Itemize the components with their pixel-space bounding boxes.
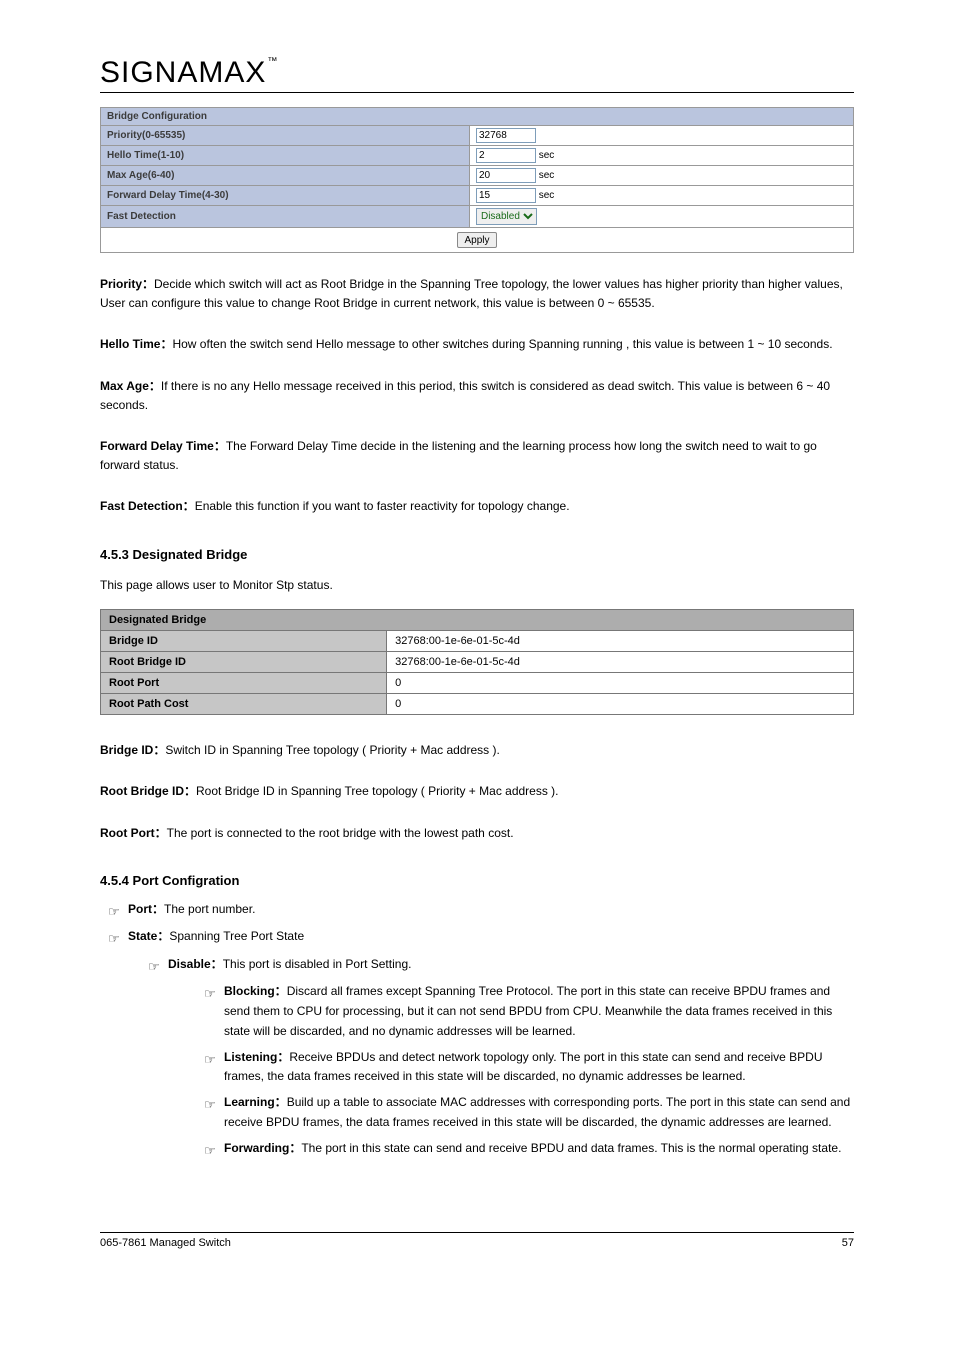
fwd-explain: Forward Delay Time：The Forward Delay Tim… xyxy=(100,437,854,475)
bullet-state: ☞ State：Spanning Tree Port State xyxy=(100,927,854,948)
root-path-cost-label: Root Path Cost xyxy=(101,694,387,715)
fast-explain: Fast Detection：Enable this function if y… xyxy=(100,497,854,516)
fwd-suffix: sec xyxy=(539,190,555,201)
footer-right: 57 xyxy=(842,1237,854,1249)
root-port-value: 0 xyxy=(387,673,854,694)
designated-header: Designated Bridge xyxy=(101,610,854,631)
db-root-port-explain: Root Port：The port is connected to the r… xyxy=(100,824,854,843)
bridge-config-header: Bridge Configuration xyxy=(101,108,854,126)
pointer-icon: ☞ xyxy=(100,901,128,922)
hello-label: Hello Time(1-10) xyxy=(101,146,470,166)
designated-bridge-table: Designated Bridge Bridge ID 32768:00-1e-… xyxy=(100,609,854,715)
maxage-explain: Max Age：If there is no any Hello message… xyxy=(100,377,854,415)
db-root-bridge-explain: Root Bridge ID：Root Bridge ID in Spannin… xyxy=(100,782,854,801)
pointer-icon: ☞ xyxy=(196,1049,224,1070)
fwd-input[interactable] xyxy=(476,188,536,203)
root-path-cost-value: 0 xyxy=(387,694,854,715)
priority-input[interactable] xyxy=(476,128,536,143)
bullet-block: ☞ Blocking：Discard all frames except Spa… xyxy=(100,982,854,1041)
fast-detection-select[interactable]: Disabled xyxy=(476,208,537,225)
bridge-id-label: Bridge ID xyxy=(101,631,387,652)
bullet-port: ☞ Port：The port number. xyxy=(100,900,854,921)
bullet-forward: ☞ Forwarding：The port in this state can … xyxy=(100,1139,854,1160)
maxage-label: Max Age(6-40) xyxy=(101,166,470,186)
fwd-label: Forward Delay Time(4-30) xyxy=(101,186,470,206)
port-section-title: 4.5.4 Port Configration xyxy=(100,873,854,888)
brand-logo: SIGNAMAX™ xyxy=(100,56,277,90)
logo-header: SIGNAMAX™ xyxy=(100,56,854,93)
apply-button[interactable]: Apply xyxy=(457,232,496,248)
fast-label: Fast Detection xyxy=(101,206,470,228)
bullet-learn: ☞ Learning：Build up a table to associate… xyxy=(100,1093,854,1133)
bridge-id-value: 32768:00-1e-6e-01-5c-4d xyxy=(387,631,854,652)
hello-input[interactable] xyxy=(476,148,536,163)
hello-suffix: sec xyxy=(539,150,555,161)
page-footer: 065-7861 Managed Switch 57 xyxy=(100,1232,854,1249)
pointer-icon: ☞ xyxy=(196,983,224,1004)
hello-explain: Hello Time：How often the switch send Hel… xyxy=(100,335,854,354)
pointer-icon: ☞ xyxy=(100,928,128,949)
priority-label: Priority(0-65535) xyxy=(101,126,470,146)
maxage-suffix: sec xyxy=(539,170,555,181)
root-port-label: Root Port xyxy=(101,673,387,694)
designated-section-title: 4.5.3 Designated Bridge xyxy=(100,547,854,562)
pointer-icon: ☞ xyxy=(140,956,168,977)
priority-explain: Priority：Decide which switch will act as… xyxy=(100,275,854,313)
footer-left: 065-7861 Managed Switch xyxy=(100,1237,231,1249)
root-bridge-id-label: Root Bridge ID xyxy=(101,652,387,673)
bullet-disable: ☞ Disable：This port is disabled in Port … xyxy=(100,955,854,976)
bridge-config-table: Bridge Configuration Priority(0-65535) H… xyxy=(100,107,854,253)
brand-text: SIGNAMAX xyxy=(100,56,266,89)
trademark: ™ xyxy=(267,56,277,67)
maxage-input[interactable] xyxy=(476,168,536,183)
pointer-icon: ☞ xyxy=(196,1094,224,1115)
pointer-icon: ☞ xyxy=(196,1140,224,1161)
designated-intro: This page allows user to Monitor Stp sta… xyxy=(100,576,854,596)
root-bridge-id-value: 32768:00-1e-6e-01-5c-4d xyxy=(387,652,854,673)
db-bridge-id-explain: Bridge ID：Switch ID in Spanning Tree top… xyxy=(100,741,854,760)
bullet-listen: ☞ Listening：Receive BPDUs and detect net… xyxy=(100,1048,854,1088)
